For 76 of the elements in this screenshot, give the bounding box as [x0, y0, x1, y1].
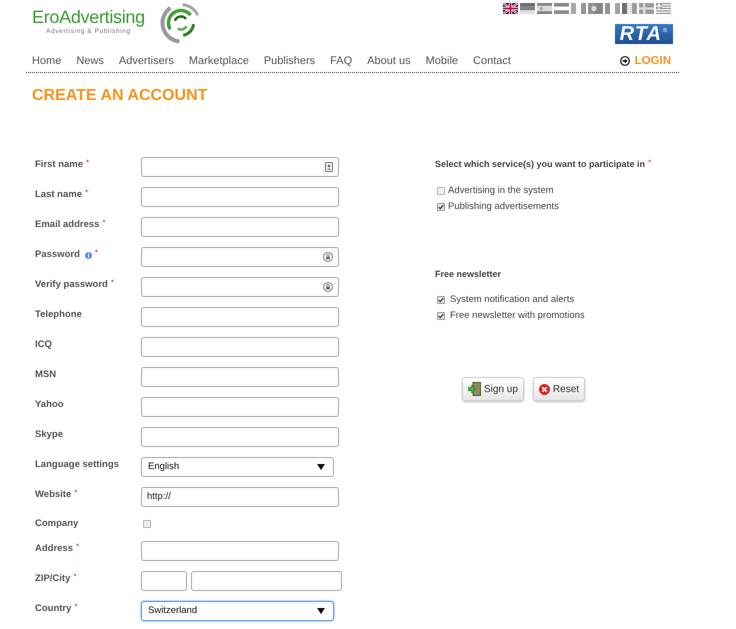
input-field[interactable]: [141, 157, 339, 177]
checkbox[interactable]: [437, 296, 445, 304]
checkbox[interactable]: [437, 312, 445, 320]
checkbox[interactable]: [143, 520, 151, 528]
field-label: Skype: [35, 428, 63, 442]
field-label: MSN: [35, 368, 56, 382]
input-field[interactable]: [141, 247, 339, 267]
field-label: Yahoo: [35, 398, 64, 412]
required-mark: *: [648, 158, 652, 167]
option-label: Free newsletter with promotions: [450, 310, 585, 322]
section-heading: Select which service(s) you want to participate in: [435, 158, 646, 170]
section-heading: Free newsletter: [435, 268, 502, 280]
login-icon: [620, 56, 630, 66]
field-label: Verify password: [35, 278, 108, 292]
nav-link[interactable]: Home: [32, 54, 62, 68]
nav-link[interactable]: Publishers: [264, 54, 316, 68]
field-label: Country: [35, 602, 72, 616]
field-label: Email address: [35, 218, 100, 232]
nav-link[interactable]: Mobile: [426, 54, 458, 68]
field-label: Language settings: [35, 458, 119, 472]
logo-text: EroAdvertising: [32, 7, 145, 28]
input-field[interactable]: [141, 307, 339, 327]
checkbox[interactable]: [437, 187, 445, 195]
rta-logo-badge: RTA$^{®}$: [615, 24, 673, 44]
required-mark: *: [94, 248, 98, 257]
field-label: Address: [35, 542, 74, 556]
option-label: Advertising in the system: [448, 185, 554, 197]
input-field[interactable]: [141, 187, 339, 207]
lock-icon: [323, 282, 333, 292]
caret-icon: [317, 464, 325, 470]
x-circle-icon: [538, 384, 550, 394]
field-label: Telephone: [35, 308, 82, 322]
input-field[interactable]: [141, 397, 339, 417]
required-mark: *: [76, 542, 80, 551]
field-label: Company: [35, 517, 78, 531]
field-label: First name: [35, 158, 84, 172]
input-field[interactable]: [141, 337, 339, 357]
input-field[interactable]: [141, 541, 339, 561]
input-field[interactable]: http://: [141, 487, 339, 507]
nav-link[interactable]: News: [76, 54, 104, 68]
dropdown[interactable]: Switzerland: [141, 601, 334, 621]
option-label: Publishing advertisements: [448, 201, 559, 213]
field-label: Website: [35, 488, 72, 502]
info-icon[interactable]: [84, 252, 92, 258]
required-mark: *: [74, 488, 78, 497]
checkbox[interactable]: [437, 203, 445, 211]
page-title: CREATE AN ACCOUNT: [32, 86, 208, 106]
required-mark: *: [74, 602, 78, 611]
field-label: Last name: [35, 188, 82, 202]
input-field[interactable]: [141, 427, 339, 447]
nav-link[interactable]: Advertisers: [118, 54, 174, 68]
field-label: ZIP/City: [35, 572, 70, 586]
required-mark: *: [86, 158, 90, 167]
input-field[interactable]: [141, 277, 339, 297]
door-arrow-icon: [468, 382, 481, 396]
dropdown[interactable]: English: [141, 457, 334, 477]
field-label: ICQ: [35, 338, 52, 352]
required-mark: *: [73, 572, 76, 581]
zip-field[interactable]: [141, 571, 187, 591]
field-label: Password: [35, 248, 80, 262]
required-mark: *: [110, 278, 114, 287]
nav-link[interactable]: Marketplace: [188, 54, 249, 68]
flag-icon[interactable]: [503, 3, 518, 14]
input-field[interactable]: [141, 217, 339, 237]
sign-up-button[interactable]: Sign up: [462, 377, 524, 401]
nav-link[interactable]: FAQ: [330, 54, 352, 68]
required-mark: *: [85, 188, 88, 197]
reset-button[interactable]: Reset: [532, 377, 586, 401]
input-field[interactable]: [141, 367, 339, 387]
caret-icon: [317, 608, 325, 614]
required-mark: *: [102, 218, 106, 227]
nav-link[interactable]: About us: [367, 54, 411, 68]
lock-icon: [323, 252, 333, 262]
city-field[interactable]: [191, 571, 342, 591]
nav-link[interactable]: Contact: [473, 54, 511, 68]
option-label: System notification and alerts: [450, 294, 574, 306]
